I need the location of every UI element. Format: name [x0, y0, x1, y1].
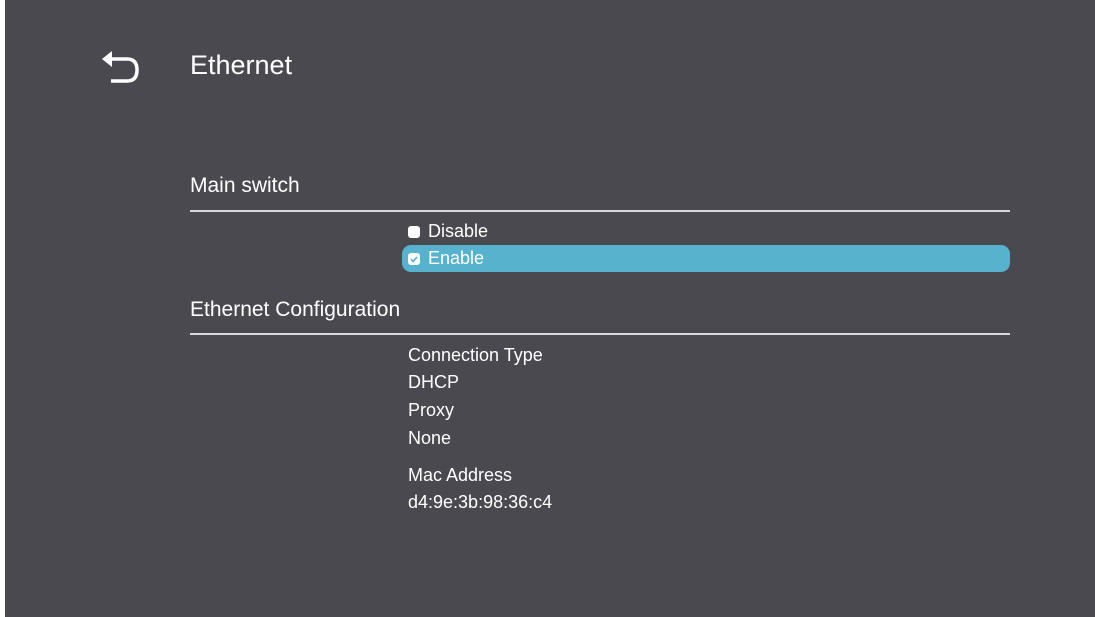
checkbox-unchecked-icon: [408, 225, 420, 238]
proxy-value: None: [408, 428, 452, 448]
page-title: Ethernet: [190, 50, 293, 80]
proxy-label: Proxy: [408, 400, 455, 420]
option-disable-label: Disable: [428, 221, 489, 241]
back-button[interactable]: [99, 49, 143, 87]
option-disable[interactable]: Disable: [402, 218, 1010, 245]
ethernet-config-title: Ethernet Configuration: [190, 298, 401, 321]
ethernet-config-divider: [190, 333, 1010, 335]
connection-type-label: Connection Type: [408, 345, 543, 365]
option-enable[interactable]: Enable: [402, 245, 1010, 272]
option-enable-label: Enable: [428, 248, 485, 268]
connection-type-value: DHCP: [408, 372, 460, 392]
back-arrow-icon: [99, 49, 143, 87]
main-switch-divider: [190, 210, 1010, 212]
settings-screen: Ethernet Main switch Disable Enable Ethe…: [5, 0, 1095, 617]
main-switch-title: Main switch: [190, 174, 300, 197]
checkbox-checked-icon: [408, 252, 420, 265]
mac-address-value: d4:9e:3b:98:36:c4: [408, 492, 553, 512]
mac-address-label: Mac Address: [408, 465, 513, 485]
